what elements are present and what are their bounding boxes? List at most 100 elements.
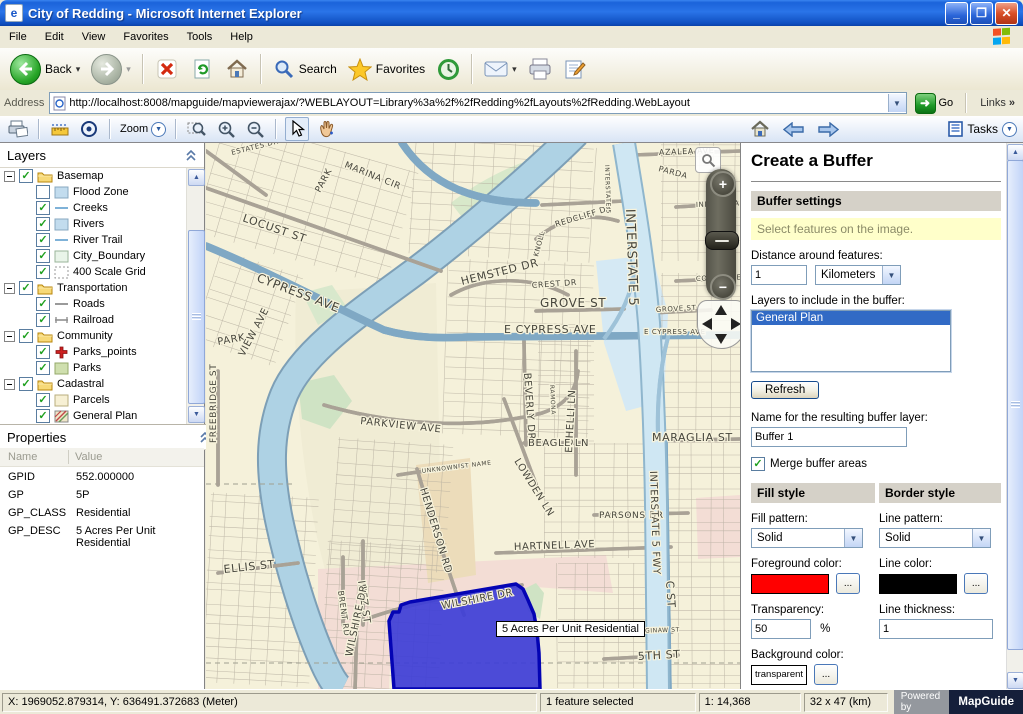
layer-checkbox[interactable]: ✓ <box>19 281 33 295</box>
pan-up-icon[interactable] <box>715 305 727 315</box>
layer-row[interactable]: ✓Roads <box>0 296 187 312</box>
scrollbar-thumb[interactable] <box>188 230 205 404</box>
layer-checkbox[interactable]: ✓ <box>36 249 50 263</box>
foreground-color-picker-button[interactable]: ... <box>836 573 860 594</box>
zoom-in-slider-button[interactable]: + <box>710 171 736 197</box>
line-color-picker-button[interactable]: ... <box>964 573 988 594</box>
layer-checkbox[interactable] <box>36 185 50 199</box>
layer-checkbox[interactable]: ✓ <box>19 169 33 183</box>
collapse-chevron-icon[interactable] <box>185 150 197 161</box>
select-tool-button[interactable] <box>285 117 309 141</box>
pan-left-icon[interactable] <box>702 318 712 330</box>
measure-tool-button[interactable] <box>48 117 72 141</box>
task-pane-scrollbar[interactable]: ▲ ▼ <box>1006 143 1023 690</box>
links-button[interactable]: Links » <box>976 97 1019 109</box>
tree-collapse-icon[interactable] <box>4 171 15 182</box>
go-button[interactable]: ➜ Go <box>912 93 957 114</box>
layer-row[interactable]: Flood Zone <box>0 184 187 200</box>
map-canvas[interactable]: LOCUST STCYPRESS AVEE CYPRESS AVEPARKMAR… <box>206 143 740 690</box>
zoom-out-slider-button[interactable]: − <box>710 274 736 300</box>
previous-view-button[interactable] <box>782 117 806 141</box>
buffer-name-input[interactable] <box>751 427 907 447</box>
forward-dropdown[interactable]: ▾ <box>126 64 131 75</box>
stop-button[interactable] <box>151 53 183 85</box>
back-dropdown[interactable]: ▾ <box>76 64 81 75</box>
layer-group-row[interactable]: ✓Basemap <box>0 168 187 184</box>
distance-unit-select[interactable]: Kilometers ▼ <box>815 265 901 285</box>
layer-row[interactable]: ✓City_Boundary <box>0 248 187 264</box>
layer-checkbox[interactable]: ✓ <box>36 233 50 247</box>
zoom-in-button[interactable] <box>214 117 238 141</box>
maximize-button[interactable]: ❐ <box>970 2 993 25</box>
line-pattern-select[interactable]: Solid ▼ <box>879 528 991 548</box>
refresh-layers-button[interactable]: Refresh <box>751 381 819 399</box>
print-button[interactable] <box>524 53 556 85</box>
layer-row[interactable]: ✓Parcels <box>0 392 187 408</box>
layer-row[interactable]: ✓400 Scale Grid <box>0 264 187 280</box>
menu-help[interactable]: Help <box>221 28 262 46</box>
tree-collapse-icon[interactable] <box>4 283 15 294</box>
scroll-up-icon[interactable]: ▲ <box>1007 144 1023 161</box>
transparency-input[interactable] <box>751 619 811 639</box>
layer-checkbox[interactable]: ✓ <box>19 377 33 391</box>
layer-row[interactable]: ✓Parks <box>0 360 187 376</box>
tree-collapse-icon[interactable] <box>4 331 15 342</box>
scroll-down-icon[interactable]: ▼ <box>1007 672 1023 689</box>
pan-control[interactable] <box>697 300 740 349</box>
favorites-button[interactable]: Favorites <box>344 56 429 83</box>
initial-view-button[interactable] <box>748 117 772 141</box>
close-button[interactable]: ✕ <box>995 2 1018 25</box>
zoom-out-button[interactable] <box>243 117 267 141</box>
layer-checkbox[interactable]: ✓ <box>36 361 50 375</box>
menu-favorites[interactable]: Favorites <box>114 28 177 46</box>
search-button[interactable]: Search <box>269 56 341 82</box>
mail-dropdown[interactable]: ▾ <box>512 64 517 75</box>
buffer-tool-button[interactable] <box>77 117 101 141</box>
back-button[interactable]: Back ▾ <box>6 52 84 87</box>
layer-row[interactable]: ✓Parks_points <box>0 344 187 360</box>
pan-tool-button[interactable] <box>314 117 338 141</box>
layer-row[interactable]: ✓Rivers <box>0 216 187 232</box>
edit-button[interactable] <box>559 53 591 85</box>
next-view-button[interactable] <box>816 117 840 141</box>
tree-collapse-icon[interactable] <box>4 379 15 390</box>
layer-checkbox[interactable]: ✓ <box>19 329 33 343</box>
menu-edit[interactable]: Edit <box>36 28 73 46</box>
layer-group-row[interactable]: ✓Cadastral <box>0 376 187 392</box>
layer-row[interactable]: ✓Railroad <box>0 312 187 328</box>
zoom-slider-handle[interactable] <box>705 231 739 250</box>
print-map-button[interactable] <box>6 117 30 141</box>
forward-button[interactable]: ▾ <box>87 52 135 87</box>
minimize-button[interactable]: _ <box>945 2 968 25</box>
tasks-button[interactable]: Tasks ▼ <box>948 116 1017 142</box>
layer-checkbox[interactable]: ✓ <box>36 313 50 327</box>
line-thickness-input[interactable] <box>879 619 993 639</box>
layer-group-row[interactable]: ✓Transportation <box>0 280 187 296</box>
layer-checkbox[interactable]: ✓ <box>36 345 50 359</box>
buffer-layers-listbox[interactable]: General Plan <box>751 310 951 372</box>
scroll-up-icon[interactable]: ▲ <box>188 169 205 186</box>
menu-file[interactable]: File <box>0 28 36 46</box>
layer-group-row[interactable]: ✓Community <box>0 328 187 344</box>
layer-row[interactable]: ✓River Trail <box>0 232 187 248</box>
address-dropdown[interactable]: ▼ <box>888 94 906 112</box>
distance-input[interactable] <box>751 265 807 285</box>
layer-checkbox[interactable]: ✓ <box>36 217 50 231</box>
scroll-down-icon[interactable]: ▼ <box>188 406 205 423</box>
layer-row[interactable]: ✓General Plan <box>0 408 187 424</box>
layer-checkbox[interactable]: ✓ <box>36 201 50 215</box>
layer-checkbox[interactable]: ✓ <box>36 393 50 407</box>
menu-view[interactable]: View <box>73 28 115 46</box>
merge-buffer-checkbox[interactable]: ✓ <box>751 457 765 471</box>
refresh-button[interactable] <box>186 53 218 85</box>
layer-checkbox[interactable]: ✓ <box>36 409 50 423</box>
pan-down-icon[interactable] <box>715 334 727 344</box>
background-color-picker-button[interactable]: ... <box>814 664 838 685</box>
fill-pattern-select[interactable]: Solid ▼ <box>751 528 863 548</box>
history-button[interactable] <box>432 53 464 85</box>
zoom-menu-button[interactable]: Zoom ▼ <box>119 117 167 141</box>
zoom-rectangle-button[interactable] <box>185 117 209 141</box>
buffer-layer-option[interactable]: General Plan <box>752 311 950 325</box>
mail-button[interactable]: ▾ <box>480 58 521 80</box>
address-input[interactable] <box>67 94 887 112</box>
